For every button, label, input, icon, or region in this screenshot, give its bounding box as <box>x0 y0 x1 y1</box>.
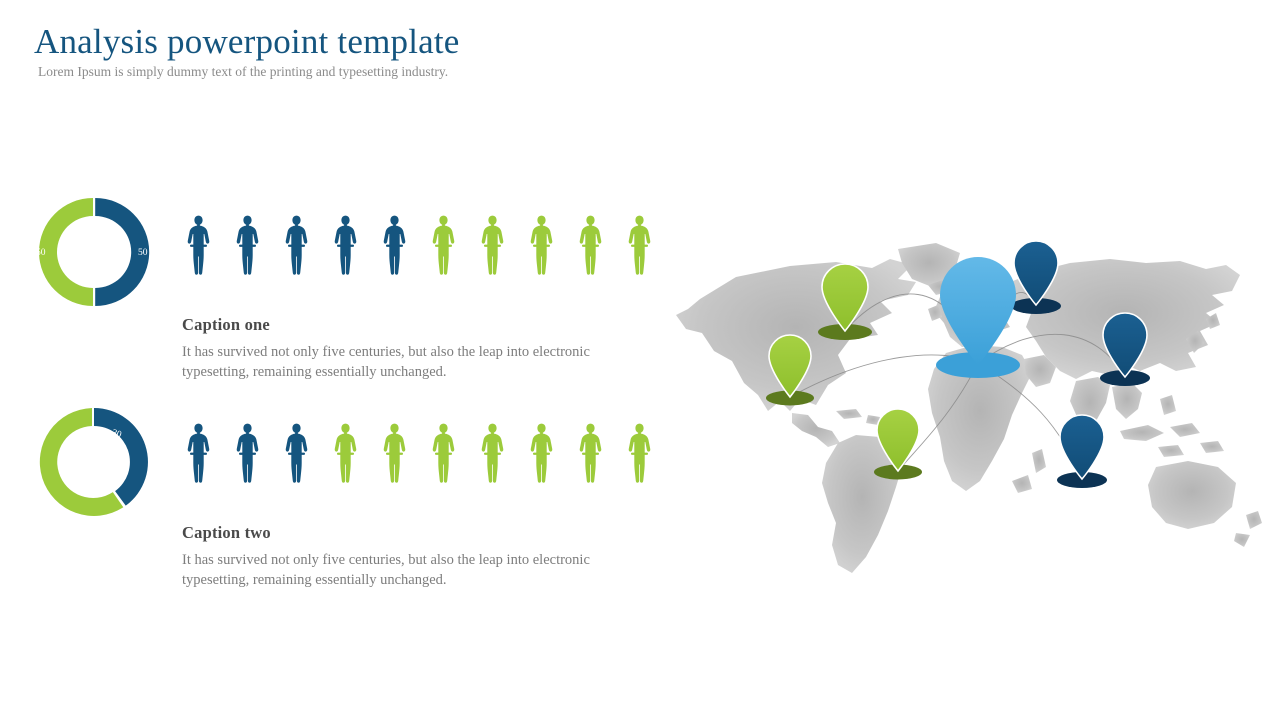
map-pin-north-asia[interactable] <box>1011 240 1061 314</box>
caption-block-two: Caption two It has survived not only fiv… <box>182 523 602 590</box>
pictogram-row-one <box>186 215 652 275</box>
map-pin-southeast-asia[interactable] <box>1057 414 1107 488</box>
person-icon <box>530 215 553 275</box>
map-pin-north-america[interactable] <box>818 263 872 340</box>
map-pin-central-america[interactable] <box>766 334 814 406</box>
person-icon <box>481 215 504 275</box>
donut-chart-two: 30 70 <box>33 402 153 526</box>
page-subtitle: Lorem Ipsum is simply dummy text of the … <box>38 64 449 79</box>
donut-one-segment-green <box>39 198 93 306</box>
donut-chart-one: 50 50 <box>33 192 153 316</box>
map-pin-europe[interactable] <box>936 257 1020 378</box>
person-icon <box>334 215 357 275</box>
person-icon <box>579 423 602 483</box>
slide-canvas: Analysis powerpoint template Lorem Ipsum… <box>0 0 1280 720</box>
map-pin-east-asia[interactable] <box>1100 312 1150 386</box>
caption-block-one: Caption one It has survived not only fiv… <box>182 315 602 382</box>
caption-one-body: It has survived not only five centuries,… <box>182 344 590 380</box>
person-icon <box>285 215 308 275</box>
person-icon <box>236 215 259 275</box>
person-icon <box>187 215 210 275</box>
map-pin-south-america[interactable] <box>874 408 922 480</box>
donut-one-label-green: 50 <box>36 248 46 258</box>
person-icon <box>383 423 406 483</box>
person-icon <box>481 423 504 483</box>
caption-one-title: Caption one <box>182 315 270 334</box>
page-title: Analysis powerpoint template <box>34 22 460 61</box>
person-icon <box>579 215 602 275</box>
donut-one-label-blue: 50 <box>138 248 148 258</box>
person-icon <box>383 215 406 275</box>
person-icon <box>530 423 553 483</box>
caption-two-body: It has survived not only five centuries,… <box>182 552 590 588</box>
person-icon <box>187 423 210 483</box>
person-icon <box>334 423 357 483</box>
world-map <box>640 235 1265 595</box>
person-icon <box>236 423 259 483</box>
person-icon <box>432 215 455 275</box>
donut-two-label-blue: 30 <box>110 428 122 441</box>
donut-two-segment-blue <box>94 408 148 506</box>
pictogram-row-two <box>186 423 652 483</box>
person-icon <box>285 423 308 483</box>
person-icon <box>432 423 455 483</box>
donut-two-label-green: 70 <box>36 492 49 505</box>
caption-two-title: Caption two <box>182 523 271 542</box>
